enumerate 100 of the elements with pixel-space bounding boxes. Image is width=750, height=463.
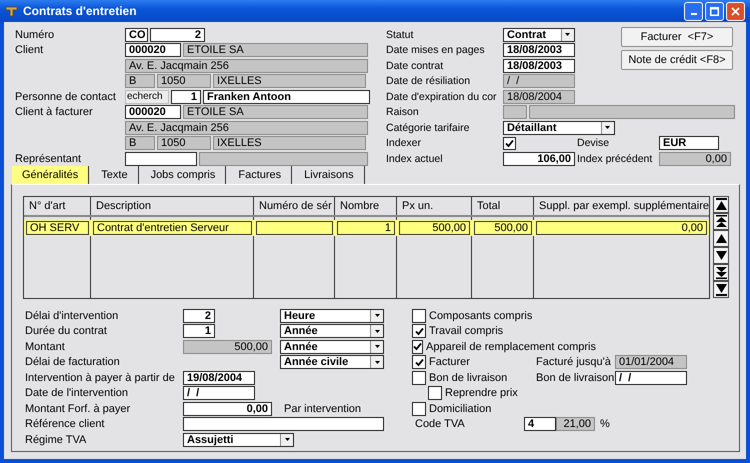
checkbox-label: Appareil de remplacement compris bbox=[426, 340, 596, 353]
close-button[interactable] bbox=[726, 2, 745, 20]
input-field: 1050 bbox=[157, 136, 211, 150]
checkbox[interactable] bbox=[502, 136, 516, 150]
input-field[interactable]: 4 bbox=[524, 417, 556, 432]
input-field[interactable]: 2 bbox=[183, 308, 215, 323]
table-cell: 0,00 bbox=[536, 221, 707, 235]
maximize-icon bbox=[710, 6, 719, 16]
tab[interactable]: Généralités bbox=[12, 166, 90, 184]
column-header[interactable]: Px un. bbox=[397, 197, 472, 215]
dropdown-arrow-icon bbox=[374, 345, 380, 348]
checkbox-label: Reprendre prix bbox=[445, 387, 518, 400]
input-field: 21,00 bbox=[556, 417, 595, 432]
input-field: 500,00 bbox=[183, 340, 272, 354]
input-field: IXELLES bbox=[213, 74, 366, 88]
scroll-button[interactable] bbox=[713, 247, 729, 264]
dropdown[interactable]: Contrat bbox=[502, 28, 575, 42]
column-header[interactable]: Description bbox=[91, 197, 254, 215]
table-cell: OH SERV bbox=[26, 221, 89, 235]
input-field: IXELLES bbox=[213, 136, 366, 150]
dropdown-arrow-icon bbox=[284, 438, 290, 442]
scroll-button[interactable] bbox=[713, 230, 729, 247]
search-button[interactable]: echerch bbox=[125, 90, 169, 104]
input-field: ETOILE SA bbox=[183, 105, 368, 120]
input-field[interactable]: 18/08/2003 bbox=[502, 43, 575, 58]
field-label: Statut bbox=[386, 28, 414, 41]
field-label: Indexer bbox=[386, 137, 422, 150]
field-label: Montant bbox=[25, 340, 66, 353]
dropdown[interactable]: Année bbox=[280, 324, 384, 338]
input-field[interactable]: 000020 bbox=[125, 105, 181, 120]
action-button[interactable]: Note de crédit <F8> bbox=[620, 50, 733, 70]
column-header[interactable]: Suppl. par exempl. supplémentaire bbox=[534, 197, 709, 215]
input-field[interactable] bbox=[183, 417, 384, 432]
field-label: Personne de contact bbox=[15, 90, 117, 103]
scroll-first-icon bbox=[716, 198, 726, 211]
dropdown-arrow-icon bbox=[374, 330, 380, 333]
dropdown[interactable]: Assujetti bbox=[183, 432, 294, 447]
dropdown-arrow-icon bbox=[605, 126, 610, 130]
input-field[interactable]: Franken Antoon bbox=[203, 90, 370, 104]
input-field: 01/01/2004 bbox=[615, 355, 687, 370]
input-field[interactable]: 1 bbox=[171, 90, 201, 104]
field-note: Par intervention bbox=[284, 402, 362, 415]
input-field[interactable]: 000020 bbox=[125, 43, 181, 58]
scroll-button[interactable] bbox=[713, 196, 729, 213]
dropdown-arrow-icon bbox=[374, 360, 380, 364]
column-header[interactable]: Total bbox=[472, 197, 534, 215]
minimize-button[interactable] bbox=[684, 2, 703, 20]
input-field[interactable]: 106,00 bbox=[502, 152, 575, 166]
input-field[interactable]: 1 bbox=[183, 324, 215, 338]
field-label: Facturé jusqu'à bbox=[536, 356, 612, 368]
input-field[interactable]: EUR bbox=[658, 136, 719, 150]
field-label: Intervention à payer à partir de bbox=[25, 372, 176, 384]
input-field: / / bbox=[502, 74, 575, 88]
input-field[interactable]: 0,00 bbox=[183, 402, 272, 416]
input-field[interactable]: / / bbox=[183, 386, 255, 400]
field-label: Date d'expiration du cor bbox=[386, 90, 498, 103]
maximize-button[interactable] bbox=[705, 2, 724, 20]
column-header[interactable]: N° d'art bbox=[24, 197, 91, 215]
scroll-up-icon bbox=[716, 232, 726, 245]
scroll-button[interactable] bbox=[713, 264, 729, 281]
field-label: Bon de livraison bbox=[536, 372, 615, 384]
field-label: Référence client bbox=[25, 418, 106, 430]
window-title: Contrats d'entretien bbox=[23, 4, 138, 18]
checkbox[interactable] bbox=[412, 324, 426, 338]
field-label: Date de l'intervention bbox=[25, 387, 129, 400]
input-field: 18/08/2004 bbox=[502, 90, 575, 104]
input-field[interactable] bbox=[125, 152, 197, 166]
checkbox[interactable] bbox=[412, 308, 426, 323]
table-row[interactable]: OH SERV Contrat d'entretien Serveur 1 500,00 500,00 0,00 bbox=[24, 220, 709, 236]
dropdown[interactable]: Heure bbox=[280, 308, 384, 323]
input-field[interactable]: / / bbox=[615, 370, 687, 385]
column-header[interactable]: Numéro de sér bbox=[254, 197, 335, 215]
checkbox[interactable] bbox=[412, 340, 423, 354]
scroll-button[interactable] bbox=[713, 213, 729, 230]
field-label: Catégorie tarifaire bbox=[386, 122, 470, 134]
field-label: Index précédent bbox=[576, 152, 654, 165]
checkbox[interactable] bbox=[428, 386, 442, 400]
input-field: ETOILE SA bbox=[183, 43, 368, 58]
unit-label: % bbox=[600, 418, 610, 430]
app-icon bbox=[5, 5, 18, 17]
field-label: Représentant bbox=[15, 152, 82, 165]
input-field[interactable]: 2 bbox=[150, 28, 205, 42]
input-field[interactable]: 18/08/2003 bbox=[502, 58, 575, 73]
checkbox-label: Travail compris bbox=[429, 325, 504, 338]
checkbox[interactable] bbox=[412, 402, 426, 416]
input-field: B bbox=[125, 74, 155, 88]
field-label: Index actuel bbox=[386, 152, 444, 165]
input-field[interactable]: CO bbox=[125, 28, 148, 42]
dropdown[interactable]: Année civile bbox=[280, 355, 384, 370]
dropdown[interactable]: Détaillant bbox=[502, 120, 615, 135]
checkbox[interactable] bbox=[412, 355, 426, 370]
field-label: Code TVA bbox=[415, 418, 466, 430]
table-cell: Contrat d'entretien Serveur bbox=[93, 221, 252, 235]
field-label: Date mises en pages bbox=[386, 44, 486, 56]
input-field[interactable]: 19/08/2004 bbox=[183, 370, 255, 385]
scroll-button[interactable] bbox=[713, 281, 729, 298]
scroll-last-icon bbox=[716, 283, 726, 296]
checkbox[interactable] bbox=[412, 370, 426, 385]
column-header[interactable]: Nombre bbox=[335, 197, 397, 215]
action-button[interactable]: Facturer <F7> bbox=[620, 27, 733, 47]
